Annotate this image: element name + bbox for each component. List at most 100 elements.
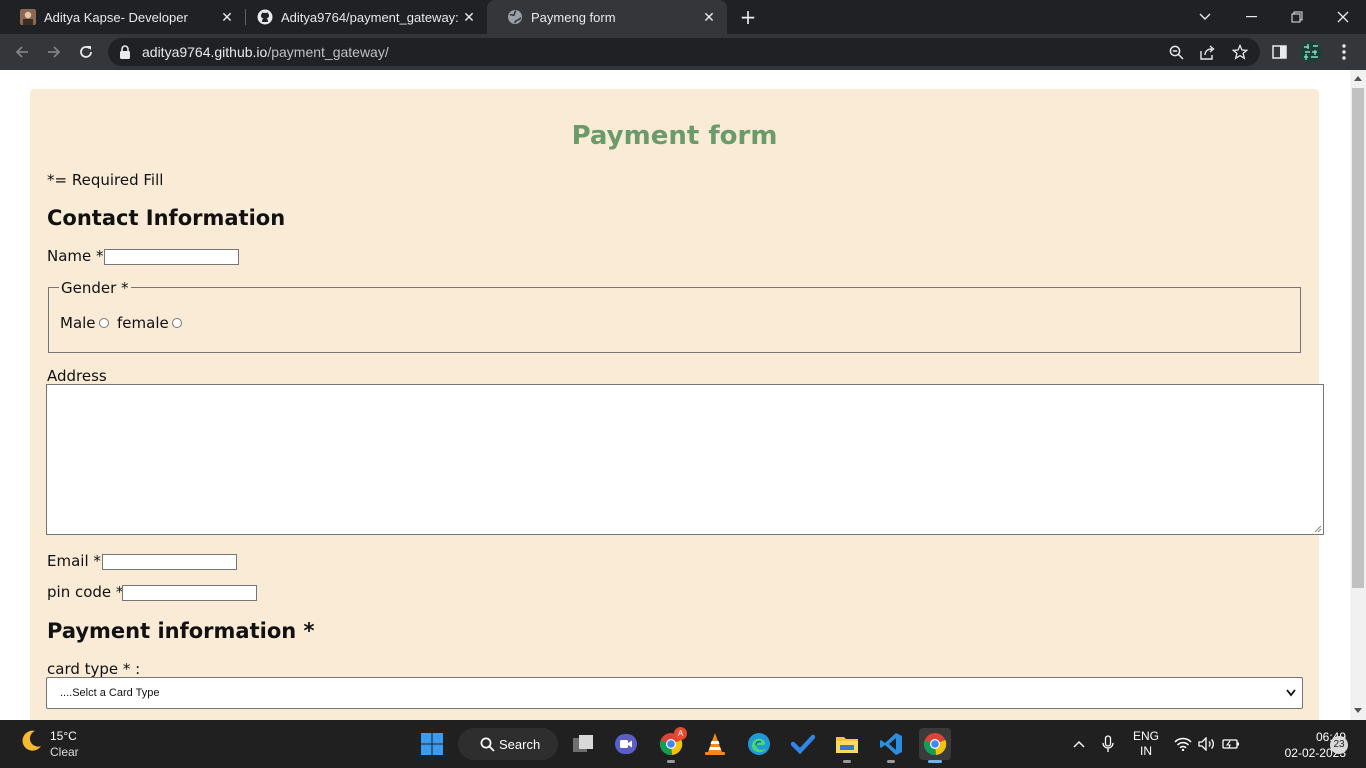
pincode-input[interactable] <box>122 585 257 601</box>
start-button[interactable] <box>416 728 448 760</box>
speaker-icon <box>1198 737 1214 751</box>
address-textarea[interactable] <box>46 384 1324 535</box>
wifi-icon <box>1174 737 1192 751</box>
browser-toolbar: aditya9764.github.io/payment_gateway/ <box>0 34 1366 70</box>
tab-title: Aditya Kapse- Developer <box>44 9 188 25</box>
battery-status[interactable] <box>1220 720 1242 768</box>
payment-information-heading: Payment information * <box>47 619 315 643</box>
tab-search-chevron-icon[interactable] <box>1182 0 1228 34</box>
tab-title: Aditya9764/payment_gateway: Pa <box>281 9 459 25</box>
running-indicator <box>843 760 851 763</box>
resize-grip-icon[interactable] <box>1314 525 1322 533</box>
tab-close-icon[interactable]: ✕ <box>699 9 719 26</box>
vlc-button[interactable] <box>699 728 731 760</box>
weather-widget[interactable]: 15°C Clear <box>18 728 79 759</box>
scroll-down-arrow-icon[interactable] <box>1354 708 1362 713</box>
running-indicator <box>887 760 895 763</box>
wifi-status[interactable] <box>1172 720 1194 768</box>
contact-information-heading: Contact Information <box>47 206 286 230</box>
microphone-button[interactable] <box>1097 720 1119 768</box>
side-panel-icon <box>1271 45 1287 59</box>
vscode-icon <box>880 733 902 755</box>
lock-icon[interactable] <box>119 45 131 59</box>
zoom-icon[interactable] <box>1167 43 1185 61</box>
edge-button[interactable] <box>743 728 775 760</box>
tab-close-icon[interactable]: ✕ <box>459 9 479 26</box>
edge-icon <box>748 733 770 755</box>
github-icon <box>257 9 273 25</box>
close-window-button[interactable] <box>1320 0 1366 34</box>
tab-github-payment-gateway[interactable]: Aditya9764/payment_gateway: Pa ✕ <box>237 0 487 34</box>
url-path: /payment_gateway/ <box>267 44 389 60</box>
chrome-icon <box>923 733 947 756</box>
task-view-button[interactable] <box>567 728 599 760</box>
kebab-menu-icon <box>1342 44 1346 60</box>
show-hidden-icons-button[interactable] <box>1068 720 1090 768</box>
new-tab-button[interactable]: + <box>736 6 760 28</box>
gender-fieldset: Gender * Male female <box>48 279 1301 353</box>
search-icon <box>480 737 495 752</box>
chrome-active-button[interactable] <box>919 728 951 763</box>
microphone-icon <box>1102 735 1114 752</box>
checkmark-icon <box>791 734 815 754</box>
language-region: IN <box>1140 744 1152 758</box>
side-panel-button[interactable] <box>1267 40 1291 64</box>
minimize-button[interactable] <box>1228 0 1274 34</box>
bookmark-star-icon[interactable] <box>1231 43 1249 61</box>
female-label: female <box>117 314 169 332</box>
vscode-button[interactable] <box>875 728 907 763</box>
gender-legend: Gender * <box>59 279 131 297</box>
todo-button[interactable] <box>787 728 819 760</box>
file-explorer-button[interactable] <box>831 728 863 763</box>
active-indicator <box>928 760 942 763</box>
url-text[interactable]: aditya9764.github.io/payment_gateway/ <box>142 44 389 60</box>
teams-chat-button[interactable] <box>610 728 642 760</box>
male-radio[interactable] <box>99 318 109 328</box>
scroll-up-arrow-icon[interactable] <box>1354 76 1362 81</box>
video-chat-icon <box>615 734 637 754</box>
taskbar-search[interactable]: Search <box>458 728 558 760</box>
chrome-profile-badge: A <box>674 727 687 740</box>
page-viewport: Payment form *= Required Fill Contact In… <box>0 70 1350 720</box>
vlc-cone-icon <box>705 733 725 755</box>
globe-icon <box>508 10 522 24</box>
language-indicator[interactable]: ENG IN <box>1128 720 1164 768</box>
email-input[interactable] <box>102 554 237 570</box>
page-scrollbar[interactable] <box>1350 70 1366 720</box>
language-code: ENG <box>1132 729 1159 743</box>
arrow-right-icon <box>48 46 61 58</box>
name-label: Name * <box>47 247 104 265</box>
card-type-select[interactable]: ....Selct a Card Type <box>46 677 1303 709</box>
email-label: Email * <box>47 552 101 570</box>
required-note: *= Required Fill <box>47 171 164 189</box>
tab-title: Paymeng form <box>531 9 616 25</box>
tab-payment-form[interactable]: Paymeng form ✕ <box>487 0 727 34</box>
notification-badge[interactable]: 23 <box>1330 736 1348 754</box>
profile-avatar[interactable] <box>1300 41 1322 63</box>
reload-icon <box>80 46 92 58</box>
chevron-down-icon <box>1286 689 1296 697</box>
tab-close-icon[interactable]: ✕ <box>217 9 237 26</box>
url-host: aditya9764.github.io <box>142 44 268 60</box>
share-icon[interactable] <box>1199 43 1217 61</box>
taskbar-search-label: Search <box>499 737 541 752</box>
address-label: Address <box>47 367 107 385</box>
chevron-up-icon <box>1073 741 1085 748</box>
back-button[interactable] <box>10 40 34 64</box>
profile-avatar-icon <box>1300 41 1322 63</box>
chrome-menu-button[interactable] <box>1332 40 1356 64</box>
volume-status[interactable] <box>1196 720 1218 768</box>
card-type-label: card type * : <box>47 660 141 678</box>
name-input[interactable] <box>104 249 239 265</box>
scrollbar-thumb[interactable] <box>1352 88 1364 588</box>
female-radio[interactable] <box>172 318 182 328</box>
tab-aditya-kapse-developer[interactable]: Aditya Kapse- Developer ✕ <box>0 0 245 34</box>
forward-button[interactable] <box>42 40 66 64</box>
moon-icon <box>22 730 41 751</box>
running-indicator <box>667 760 675 763</box>
weather-condition: Clear <box>50 745 79 759</box>
restore-button[interactable] <box>1274 0 1320 34</box>
reload-button[interactable] <box>74 40 98 64</box>
address-bar[interactable]: aditya9764.github.io/payment_gateway/ <box>108 38 1260 66</box>
chrome-profile-a-button[interactable]: A <box>655 727 687 763</box>
